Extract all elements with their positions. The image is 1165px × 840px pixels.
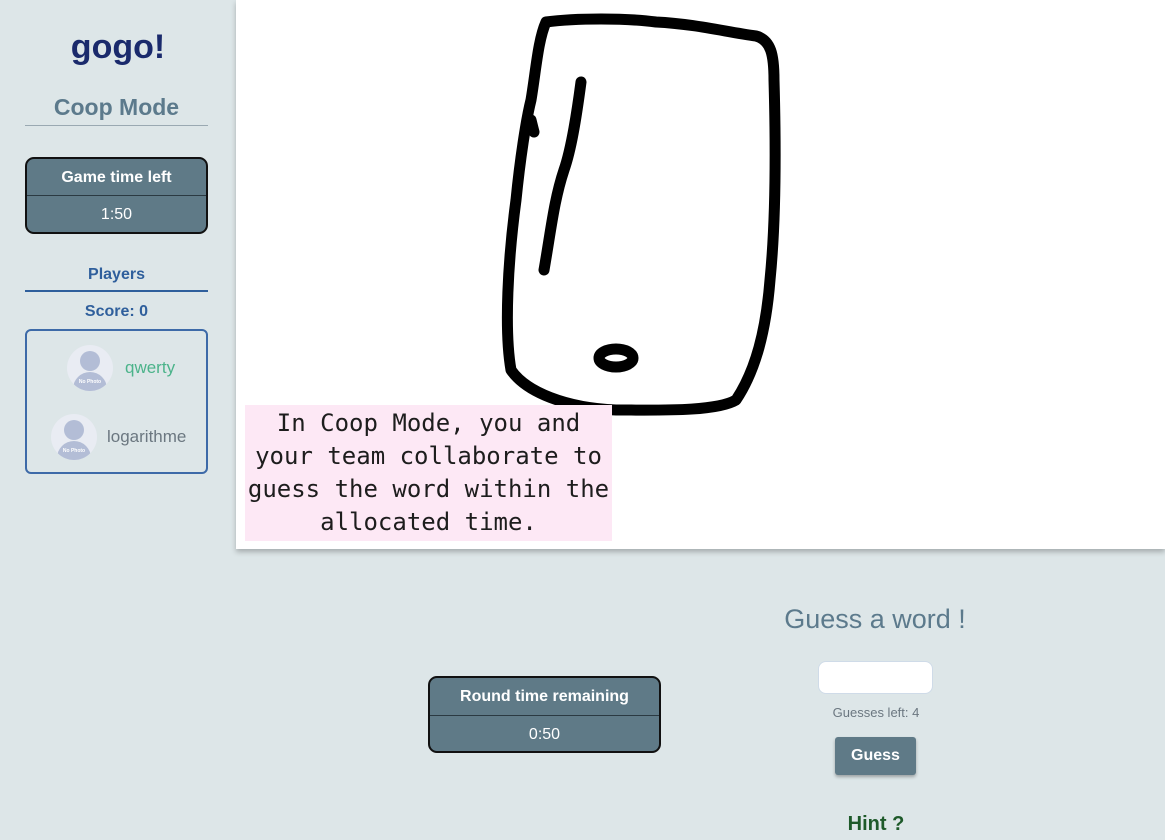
player-item: No Photo qwerty — [67, 345, 175, 391]
player-name: qwerty — [125, 358, 176, 377]
game-timer-value: 1:50 — [100, 206, 133, 223]
round-timer-label: Round time remaining — [430, 678, 659, 716]
hint-button[interactable]: Hint ? — [790, 813, 962, 836]
avatar: No Photo — [67, 345, 113, 391]
players-list: No Photo qwerty No Photo logarithme — [25, 329, 208, 474]
guess-title: Guess a word ! — [784, 604, 966, 634]
guess-input[interactable] — [818, 661, 933, 694]
round-timer: Round time remaining 0:50 — [428, 676, 661, 753]
guesses-left: Guesses left: 4 — [832, 705, 920, 720]
game-timer: Game time left 1:50 — [25, 157, 208, 234]
avatar: No Photo — [51, 414, 97, 460]
app-logo[interactable]: gogo! — [0, 28, 236, 67]
players-title: Players — [25, 266, 208, 292]
coop-mode-info: In Coop Mode, you and your team collabor… — [245, 405, 612, 541]
sidebar: gogo! Coop Mode Game time left 1:50 Play… — [0, 0, 236, 840]
avatar-no-photo-label: No Photo — [78, 379, 102, 385]
game-timer-label: Game time left — [27, 159, 206, 196]
avatar-no-photo-label: No Photo — [62, 448, 86, 454]
player-name: logarithme — [107, 427, 187, 446]
mode-title: Coop Mode — [25, 94, 208, 126]
guess-button[interactable]: Guess — [835, 737, 916, 775]
drawing-canvas[interactable]: In Coop Mode, you and your team collabor… — [236, 0, 1165, 549]
round-timer-value: 0:50 — [528, 726, 561, 743]
player-item: No Photo logarithme — [51, 414, 186, 460]
score: Score: 0 — [84, 303, 149, 320]
